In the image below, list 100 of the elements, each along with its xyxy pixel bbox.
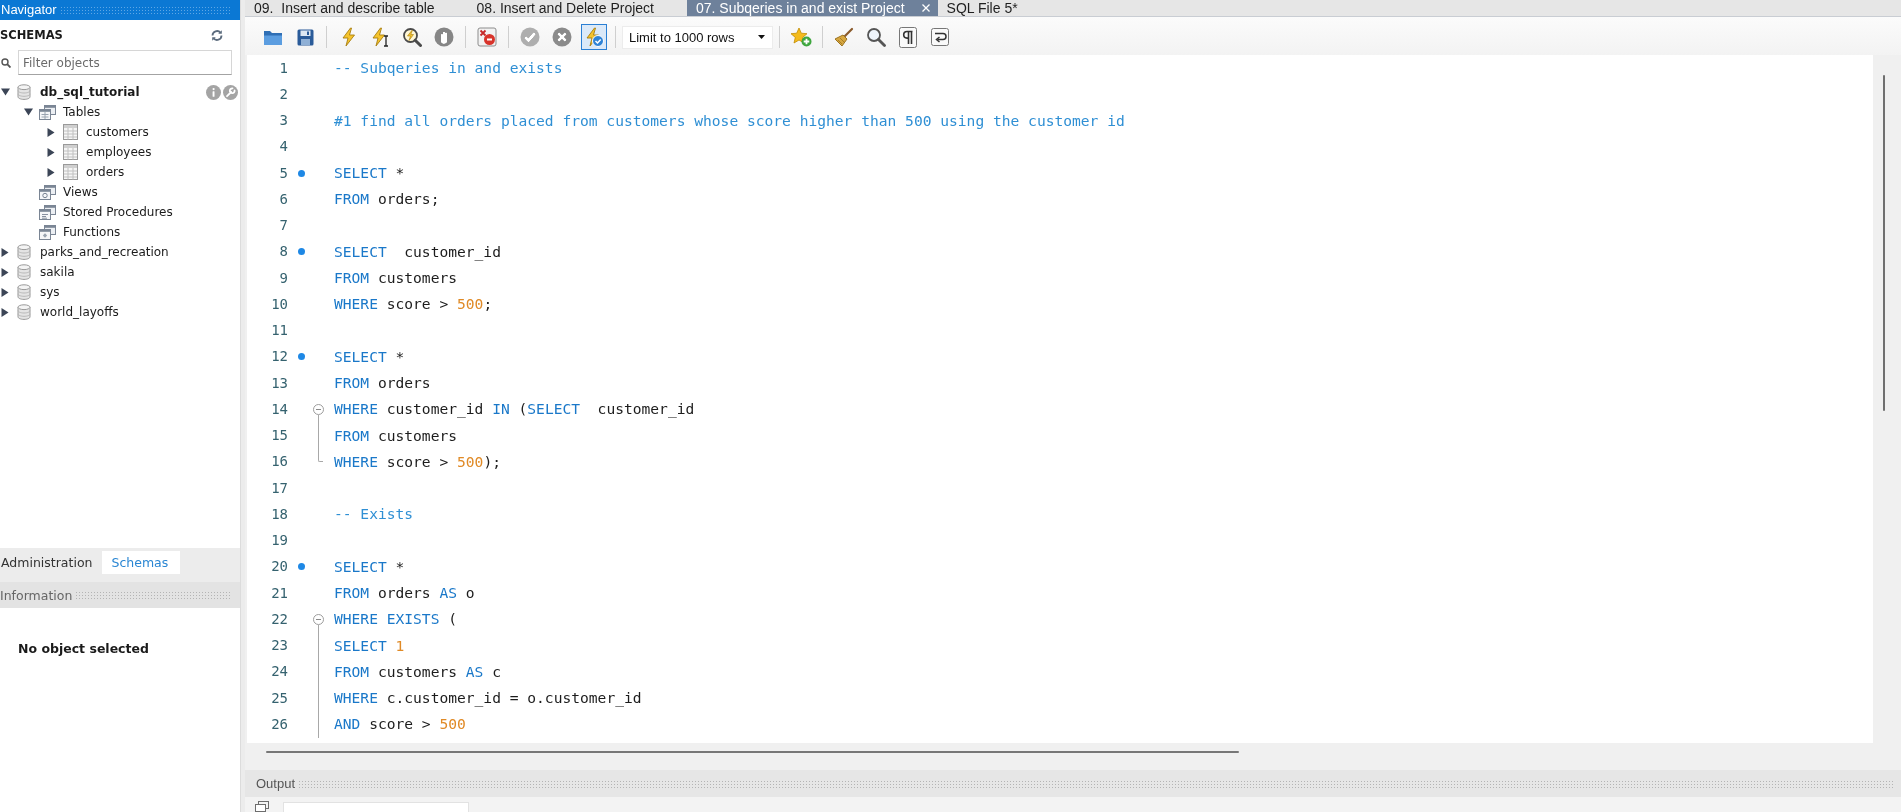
close-icon[interactable] [921,4,930,12]
line-number: 13 [270,374,288,392]
cross-icon [552,27,572,47]
caret-right-icon[interactable] [1,267,9,277]
panel-tab[interactable]: Administration [0,551,103,574]
folder-item[interactable]: Views [63,184,98,200]
line-number: 21 [270,584,288,602]
code-line: -- Exists [334,505,414,524]
information-title: Information [0,587,73,603]
search-icon [1,57,11,68]
code-line: FROM customers AS c [334,662,501,681]
line-number: 11 [270,322,288,340]
line-number: 9 [278,269,288,287]
caret-down-icon[interactable] [23,108,33,116]
window-stack-diamond-icon [38,224,56,240]
fold-toggle-icon[interactable] [313,403,324,415]
output-title: Output [256,775,296,792]
table-grid-icon [62,124,78,140]
caret-icon [758,35,765,39]
schema-item[interactable]: sys [40,284,60,300]
line-number: 16 [270,453,288,471]
folder-icon [263,28,283,46]
stop-badge-icon [477,27,497,47]
folder-item[interactable]: Stored Procedures [63,204,173,220]
hand-icon [434,27,454,47]
lightning-check-icon [584,27,604,47]
code-line: -- Subqeries in and exists [334,59,563,78]
line-number: 25 [270,689,288,707]
section-title: SCHEMAS [0,28,63,42]
schema-item[interactable]: world_layoffs [40,304,119,320]
empty-state-message: No object selected [18,641,149,657]
code-line: #1 find all orders placed from customers whose score higher than 500 using the customer id [334,111,1125,130]
documents-icon[interactable] [255,801,269,812]
table-item[interactable]: employees [86,144,152,160]
filter-field[interactable]: Filter objects [18,50,232,75]
code-line: SELECT * [334,557,405,576]
line-number: 17 [270,479,288,497]
database-icon [17,304,31,320]
folder-item[interactable]: Functions [63,224,121,240]
code-line: SELECT customer_id [334,242,501,261]
line-number: 5 [278,164,288,182]
line-number: 2 [278,85,288,103]
line-number: 22 [270,610,288,628]
editor-tab[interactable]: SQL File 5* [937,0,1051,16]
line-number: 18 [270,505,288,523]
caret-right-icon[interactable] [1,247,9,257]
navigator-title: Navigator [1,2,57,18]
code-line: FROM customers [334,269,458,288]
fold-toggle-icon[interactable] [313,613,324,625]
line-number: 7 [278,217,288,235]
wrench-icon[interactable] [223,84,238,100]
editor-tab[interactable]: 08. Insert and Delete Project [467,0,687,16]
code-line: FROM orders [334,374,431,393]
line-number: 20 [270,558,288,576]
code-line: WHERE customer_id IN (SELECT customer_id [334,400,695,419]
editor-tab[interactable]: 09. Insert and describe table [245,0,468,16]
table-item[interactable]: orders [86,164,125,180]
caret-right-icon[interactable] [47,167,55,177]
line-number: 3 [278,112,288,130]
pilcrow-icon [899,26,917,48]
editor-tab[interactable]: 07. Subqeries in and exist Project [687,0,938,16]
code-line: WHERE EXISTS ( [334,610,457,629]
save-icon [296,28,314,46]
line-number: 23 [270,637,288,655]
code-line: SELECT * [334,164,405,183]
folder-item[interactable]: Tables [63,104,101,120]
error-toggle-button[interactable] [474,24,500,50]
schema-item[interactable]: sakila [40,264,75,280]
refresh-icon[interactable] [210,28,224,42]
schema-item[interactable]: db_sql_tutorial [40,84,140,100]
schema-item[interactable]: parks_and_recreation [40,244,169,260]
caret-right-icon[interactable] [1,307,9,317]
code-line: FROM orders AS o [334,584,475,603]
lightning-cursor-icon [370,27,390,47]
caret-right-icon[interactable] [47,127,55,137]
row-limit-select[interactable]: Limit to 1000 rows [622,25,773,49]
autocommit-button[interactable] [581,24,607,50]
caret-right-icon[interactable] [1,287,9,297]
broom-icon [834,27,854,47]
panel-tab[interactable]: Schemas [102,551,181,574]
table-grid-icon [62,164,78,180]
line-number: 19 [270,532,288,550]
info-icon[interactable] [206,84,221,100]
star-plus-icon [790,27,812,47]
magnifier-lightning-icon [402,27,422,47]
database-icon [17,84,31,100]
code-line: FROM orders; [334,190,440,209]
code-line: FROM customers [334,426,458,445]
code-line: WHERE c.customer_id = o.customer_id [334,689,642,708]
database-icon [17,244,31,260]
line-number: 10 [270,295,288,313]
horizontal-scrollbar[interactable] [266,751,1239,753]
vertical-scrollbar[interactable] [1883,75,1885,411]
caret-down-icon[interactable] [0,88,10,96]
code-line: WHERE score > 500; [334,295,493,314]
table-item[interactable]: customers [86,124,149,140]
line-number: 6 [278,190,288,208]
caret-right-icon[interactable] [47,147,55,157]
line-number: 8 [278,243,288,261]
line-number: 4 [278,138,288,156]
